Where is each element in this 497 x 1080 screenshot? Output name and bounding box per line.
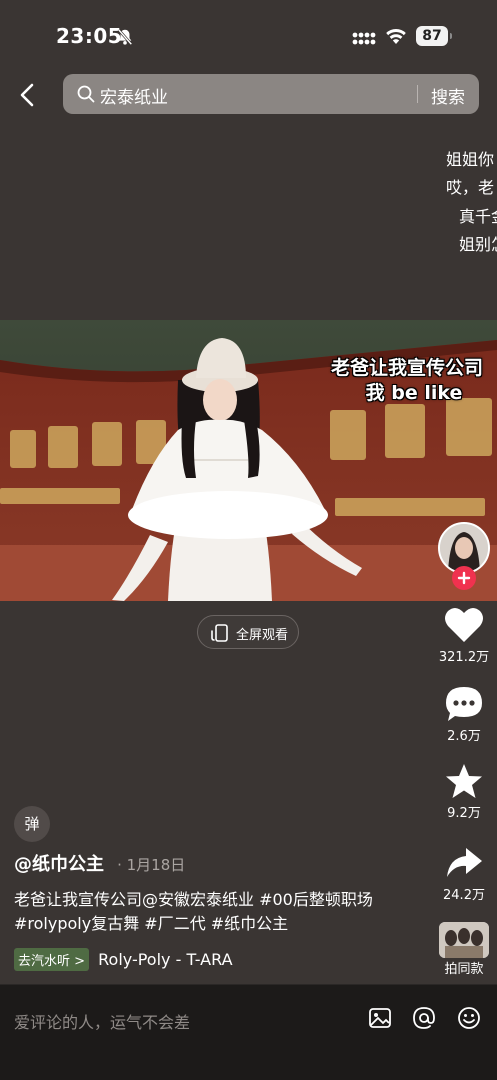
follow-plus-icon[interactable] [452,566,476,590]
comment-bar: 爱评论的人，运气不会差 [0,984,497,1080]
like-count: 321.2万 [438,650,490,665]
music-title[interactable]: Roly-Poly - T-ARA [98,950,232,969]
star-icon [446,764,482,798]
status-time: 23:05 [56,24,123,48]
overlay-comment: 哎，老 [446,178,495,197]
fullscreen-button[interactable]: 全屏观看 [197,615,299,649]
wifi-icon [386,28,406,44]
comment-input[interactable]: 爱评论的人，运气不会差 [14,1009,190,1033]
mute-bell-icon [117,28,133,46]
heart-icon [445,607,483,642]
search-query[interactable]: 宏泰纸业 [100,83,168,108]
overlay-comment: 姐姐你 [446,150,495,169]
danmu-toggle-button[interactable]: 弹 [14,806,50,842]
rotate-screen-icon [211,624,228,642]
overlay-comment: 真千金 [459,207,497,226]
plus-icon [457,571,471,585]
search-icon [77,85,95,103]
music-source-tag[interactable]: 去汽水听 > [14,948,90,971]
comment-count: 2.6万 [447,729,481,744]
video-description: 老爸让我宣传公司@安徽宏泰纸业 #00后整顿职场 #rolypoly复古舞 #厂… [14,888,424,936]
video-caption-line1: 老爸让我宣传公司 [330,357,483,379]
overlay-comment: 姐别怎 [459,235,497,254]
description-line2[interactable]: #rolypoly复古舞 #厂二代 #纸巾公主 [14,912,424,936]
same-style-button[interactable]: 拍同款 [434,922,494,977]
mention-at-icon[interactable] [411,1005,437,1031]
description-line1[interactable]: 老爸让我宣传公司@安徽宏泰纸业 #00后整顿职场 [14,888,424,912]
back-arrow-icon[interactable] [14,80,42,110]
video-player[interactable]: 老爸让我宣传公司 我 be like [0,320,497,601]
emoji-icon[interactable] [456,1005,482,1031]
same-style-label: 拍同款 [444,962,484,977]
same-style-thumbnail [439,922,489,958]
favorite-count: 9.2万 [447,806,481,821]
video-caption-line2: 我 be like [365,382,463,404]
comment-button[interactable]: 2.6万 [434,685,494,744]
battery-indicator: 87 [416,26,452,46]
image-icon[interactable] [367,1005,393,1031]
thumbnail-image [439,922,489,958]
music-row[interactable]: 去汽水听 > Roly-Poly - T-ARA [14,948,233,971]
share-button[interactable]: 24.2万 [434,844,494,903]
search-button[interactable]: 搜索 [431,83,465,108]
status-bar: 23:05 87 [0,0,497,70]
share-arrow-icon [447,848,482,877]
share-count: 24.2万 [443,888,485,903]
search-divider [417,85,418,103]
author-row: @纸巾公主 · 1月18日 [14,850,185,876]
post-date: · 1月18日 [117,856,186,874]
comment-bubble-icon [446,687,482,721]
video-caption: 老爸让我宣传公司 我 be like [331,356,483,406]
like-button[interactable]: 321.2万 [434,606,494,665]
avatar-image [440,524,488,572]
favorite-button[interactable]: 9.2万 [434,762,494,821]
author-name[interactable]: @纸巾公主 [14,854,104,875]
cellular-signal-icon [352,32,376,45]
search-input[interactable]: 宏泰纸业 搜索 [63,74,479,114]
fullscreen-label: 全屏观看 [236,628,289,643]
